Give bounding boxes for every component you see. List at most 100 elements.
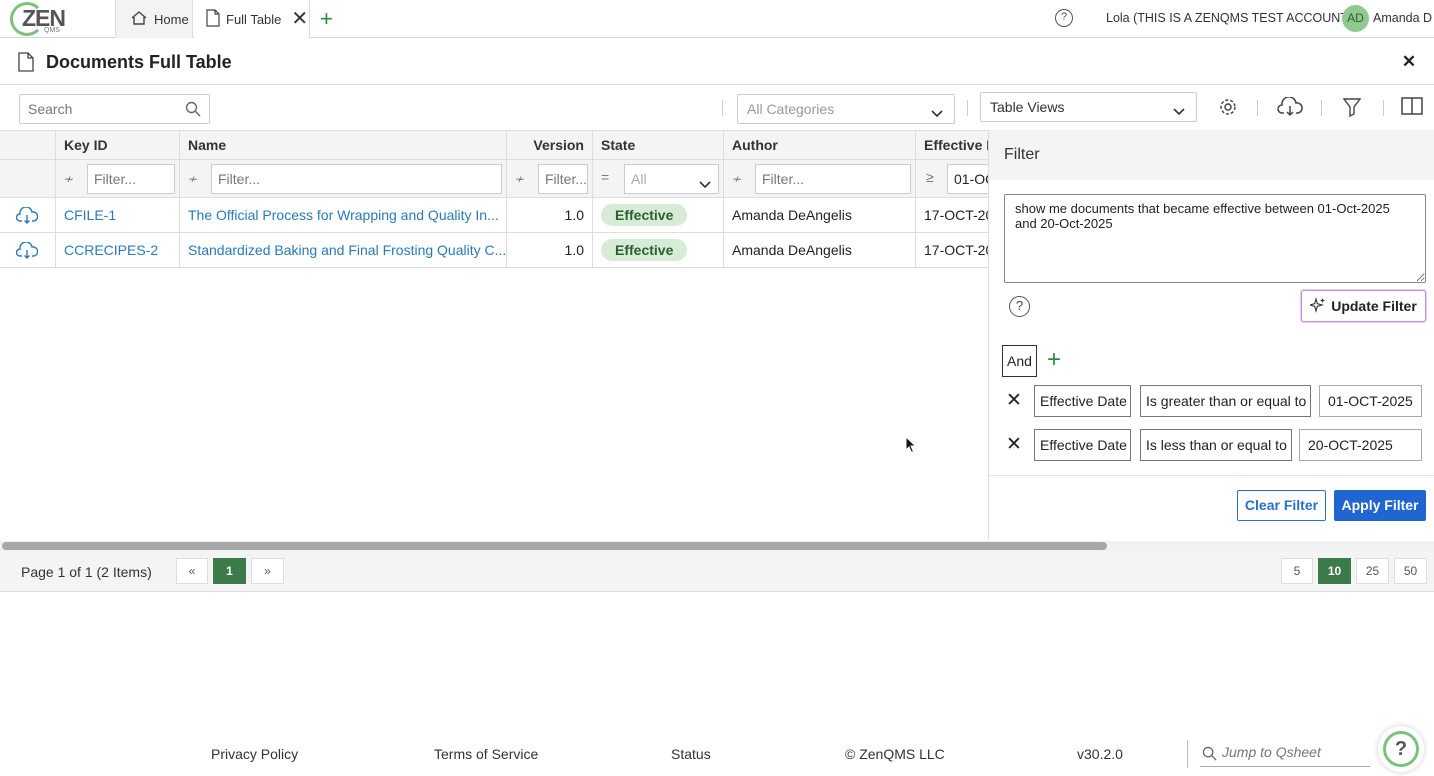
name-filter-input[interactable]: Filter... (211, 164, 502, 194)
document-name-link[interactable]: Standardized Baking and Final Frosting Q… (180, 233, 507, 268)
update-filter-button[interactable]: Update Filter (1301, 290, 1426, 322)
author-cell: Amanda DeAngelis (724, 198, 916, 233)
scrollbar-thumb[interactable] (2, 542, 1107, 550)
account-name[interactable]: Lola (THIS IS A ZENQMS TEST ACCOUNT) (1106, 11, 1352, 25)
condition-field-select[interactable]: Effective Date (1034, 429, 1131, 461)
search-input[interactable] (20, 95, 170, 123)
page-size-5[interactable]: 5 (1281, 558, 1313, 584)
help-icon[interactable]: ? (1055, 9, 1073, 27)
page-size-50[interactable]: 50 (1394, 558, 1427, 584)
close-page-button[interactable]: ✕ (1398, 52, 1420, 74)
jump-to-qsheet-input[interactable] (1222, 744, 1362, 760)
user-name[interactable]: Amanda D (1373, 11, 1432, 25)
column-header-key-id[interactable]: Key ID (56, 131, 180, 160)
help-widget-button[interactable]: ? (1378, 726, 1424, 772)
column-header-version[interactable]: Version (507, 131, 593, 160)
table-filter-row: ≁ Filter... ≁ Filter... ≁ Filter... = Al… (0, 160, 989, 198)
document-name-link[interactable]: The Official Process for Wrapping and Qu… (180, 198, 507, 233)
terms-of-service-link[interactable]: Terms of Service (434, 746, 538, 762)
cloud-download-icon[interactable] (0, 198, 56, 233)
filter-query-textarea[interactable]: show me documents that became effective … (1004, 194, 1426, 283)
column-header-author[interactable]: Author (724, 131, 916, 160)
pagination-bar: Page 1 of 1 (2 Items) « 1 » 5 10 25 50 (0, 551, 1434, 592)
key-id-link[interactable]: CFILE-1 (56, 198, 180, 233)
search-box (19, 94, 210, 124)
tab-home[interactable]: Home (115, 0, 193, 38)
filter-operator-icon[interactable]: ≁ (188, 172, 198, 186)
help-icon: ? (1383, 731, 1419, 767)
condition-value-input[interactable]: 20-OCT-2025 (1299, 429, 1422, 461)
chevron-down-icon (698, 172, 712, 200)
search-icon[interactable] (185, 101, 201, 120)
column-header-effective-date[interactable]: Effective D (916, 131, 989, 160)
horizontal-scrollbar[interactable] (0, 541, 1434, 551)
version-filter-input[interactable]: Filter... (538, 164, 588, 194)
effective-date-cell: 17-OCT-20 (924, 207, 989, 223)
add-tab-icon[interactable]: + (320, 6, 333, 32)
page-info: Page 1 of 1 (2 Items) (21, 564, 152, 580)
app-version: v30.2.0 (1077, 746, 1123, 762)
author-filter-input[interactable]: Filter... (755, 164, 911, 194)
footer: Privacy Policy Terms of Service Status ©… (0, 738, 1434, 776)
page-size-25[interactable]: 25 (1356, 558, 1389, 584)
filter-icon[interactable] (1342, 97, 1362, 120)
privacy-policy-link[interactable]: Privacy Policy (211, 746, 298, 762)
apply-filter-button[interactable]: Apply Filter (1334, 490, 1426, 521)
table-row[interactable]: CCRECIPES-2 Standardized Baking and Fina… (0, 233, 989, 268)
condition-field-select[interactable]: Effective Date (1034, 385, 1131, 417)
cloud-download-icon[interactable] (0, 233, 56, 268)
page-size-10[interactable]: 10 (1318, 558, 1351, 584)
clear-filter-button[interactable]: Clear Filter (1237, 490, 1326, 521)
categories-placeholder: All Categories (747, 101, 835, 117)
status-link[interactable]: Status (671, 746, 711, 762)
panel-divider (989, 475, 1434, 476)
table-header-row: Key ID Name Version State Author Effecti… (0, 131, 989, 160)
sparkle-icon (1308, 296, 1326, 316)
help-icon[interactable]: ? (1009, 296, 1030, 317)
zenqms-logo[interactable]: ZEN QMS (10, 2, 70, 36)
search-icon (1202, 746, 1217, 764)
home-icon (130, 10, 154, 29)
column-header-state[interactable]: State (593, 131, 724, 160)
table-toolbar: All Categories Table Views (0, 85, 1434, 131)
columns-panel-icon[interactable] (1401, 97, 1423, 118)
version-cell: 1.0 (507, 233, 593, 268)
jump-to-qsheet (1200, 741, 1370, 767)
state-filter-select[interactable]: All (624, 164, 719, 194)
add-condition-icon[interactable]: + (1047, 347, 1061, 373)
logo-subtext: QMS (44, 27, 60, 34)
state-filter-value: All (631, 171, 647, 187)
previous-page-button[interactable]: « (176, 558, 208, 584)
table-views-label: Table Views (990, 99, 1065, 115)
remove-condition-icon[interactable]: ✕ (1005, 389, 1023, 412)
avatar[interactable]: AD (1342, 5, 1369, 32)
next-page-button[interactable]: » (251, 558, 284, 584)
condition-operator-select[interactable]: Is less than or equal to (1140, 429, 1292, 461)
tab-full-table[interactable]: Full Table ✕ (194, 0, 310, 38)
condition-operator-select[interactable]: Is greater than or equal to (1140, 385, 1311, 417)
gear-icon[interactable] (1218, 97, 1238, 120)
effective-date-cell: 17-OCT-20 (924, 242, 989, 258)
effective-date-filter-input[interactable]: 01-OC (947, 164, 989, 194)
group-operator-button[interactable]: And (1002, 345, 1037, 377)
version-cell: 1.0 (507, 198, 593, 233)
condition-value-input[interactable]: 01-OCT-2025 (1319, 385, 1422, 417)
close-tab-icon[interactable]: ✕ (291, 9, 308, 29)
filter-operator-icon[interactable]: ≁ (732, 172, 742, 186)
filter-operator-icon[interactable]: ≁ (64, 172, 74, 186)
table-row[interactable]: CFILE-1 The Official Process for Wrappin… (0, 198, 989, 233)
greater-operator-icon[interactable]: ≥ (926, 169, 934, 185)
key-id-link[interactable]: CCRECIPES-2 (56, 233, 180, 268)
key-id-filter-input[interactable]: Filter... (87, 164, 175, 194)
cloud-download-icon[interactable] (1277, 96, 1303, 120)
column-header-name[interactable]: Name (180, 131, 507, 160)
chevron-down-icon (930, 101, 944, 129)
page-header: Documents Full Table ✕ (0, 38, 1434, 85)
categories-select[interactable]: All Categories (737, 94, 955, 124)
update-filter-label: Update Filter (1331, 298, 1417, 314)
page-button-current[interactable]: 1 (213, 558, 246, 584)
table-views-select[interactable]: Table Views (980, 92, 1197, 122)
remove-condition-icon[interactable]: ✕ (1005, 433, 1023, 456)
filter-operator-icon[interactable]: ≁ (515, 172, 525, 186)
equals-operator-icon[interactable]: = (601, 169, 609, 185)
